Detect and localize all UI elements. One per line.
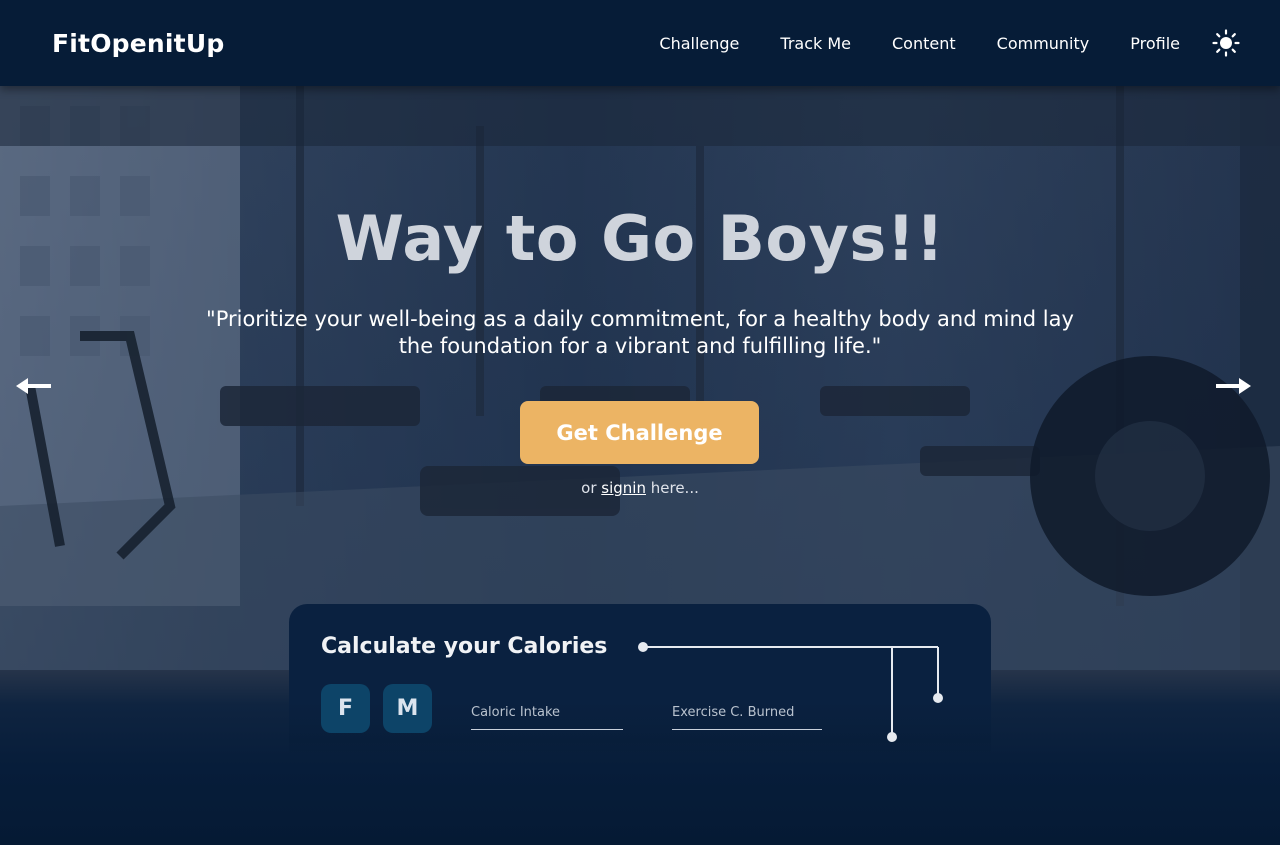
nav-link-track-me[interactable]: Track Me (780, 34, 851, 53)
signin-prefix: or (581, 479, 597, 497)
signin-suffix: here... (650, 479, 699, 497)
arrow-right-icon[interactable] (1213, 372, 1253, 400)
hero-quote: "Prioritize your well-being as a daily c… (206, 307, 1074, 358)
nav-link-profile[interactable]: Profile (1130, 34, 1180, 53)
signin-prompt: or signin here... (0, 479, 1280, 497)
nav-links: Challenge Track Me Content Community Pro… (659, 29, 1240, 57)
exercise-burned-input[interactable] (672, 696, 822, 730)
calorie-calculator-card: Calculate your Calories F M (289, 604, 991, 764)
gym-background-image (0, 86, 1280, 670)
get-challenge-button[interactable]: Get Challenge (520, 401, 759, 464)
sun-icon[interactable] (1212, 29, 1240, 57)
gender-male-button[interactable]: M (383, 684, 432, 733)
nav-link-content[interactable]: Content (892, 34, 956, 53)
hero-section: Way to Go Boys!! "Prioritize your well-b… (0, 86, 1280, 670)
nav-link-community[interactable]: Community (997, 34, 1090, 53)
nav-link-challenge[interactable]: Challenge (659, 34, 739, 53)
signin-link[interactable]: signin (601, 479, 646, 497)
hero-title: Way to Go Boys!! (335, 202, 945, 275)
caloric-intake-input[interactable] (471, 696, 623, 730)
calculator-title: Calculate your Calories (321, 634, 608, 659)
gender-female-button[interactable]: F (321, 684, 370, 733)
arrow-left-icon[interactable] (14, 372, 54, 400)
navbar: FitOpenitUp Challenge Track Me Content C… (0, 0, 1280, 86)
brand-logo[interactable]: FitOpenitUp (52, 29, 224, 58)
